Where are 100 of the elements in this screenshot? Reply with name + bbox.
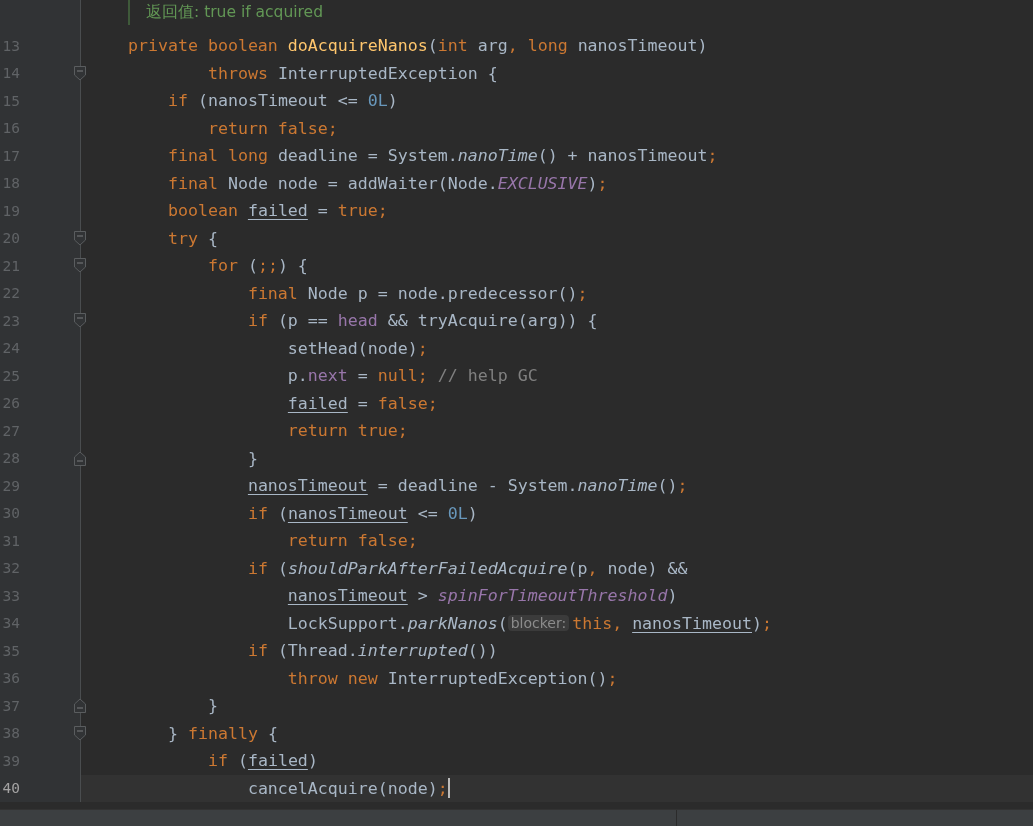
code-keyword: , bbox=[587, 558, 599, 578]
variable-name: failed bbox=[287, 393, 348, 413]
code-text: ( bbox=[497, 613, 508, 633]
code-keyword: false; bbox=[377, 393, 438, 413]
code-text: ) bbox=[467, 503, 478, 523]
code-text: Node node = addWaiter(Node. bbox=[227, 173, 498, 193]
code-text: (Thread. bbox=[277, 641, 358, 661]
code-keyword: int bbox=[437, 36, 469, 56]
code-keyword: final bbox=[167, 173, 219, 193]
code-keyword: throw new bbox=[287, 668, 379, 688]
method-call: parkNanos bbox=[407, 613, 498, 633]
code-keyword: final long bbox=[167, 146, 269, 166]
code-text: setHead(node) bbox=[287, 338, 418, 358]
variable-name: nanosTimeout bbox=[632, 613, 752, 633]
constant-name: spinForTimeoutThreshold bbox=[437, 586, 668, 606]
fold-icon[interactable] bbox=[74, 313, 86, 329]
code-text: } bbox=[207, 696, 218, 716]
code-text: ( bbox=[277, 503, 288, 523]
code-text: && tryAcquire(arg)) { bbox=[387, 311, 598, 331]
code-keyword: , long bbox=[507, 36, 569, 56]
code-keyword: return false; bbox=[287, 531, 418, 551]
code-text: = bbox=[357, 366, 369, 386]
fold-icon[interactable] bbox=[74, 230, 86, 246]
code-text: ) { bbox=[277, 256, 308, 276]
constant-name: EXCLUSIVE bbox=[497, 173, 588, 193]
number-literal: 0L bbox=[447, 503, 468, 523]
code-text: () + nanosTimeout bbox=[537, 146, 708, 166]
code-keyword: finally bbox=[187, 723, 259, 743]
code-keyword: private boolean bbox=[128, 36, 279, 56]
code-keyword: if bbox=[167, 91, 189, 111]
fold-icon[interactable] bbox=[74, 450, 86, 466]
code-keyword: final bbox=[247, 283, 299, 303]
code-keyword: return false; bbox=[207, 118, 338, 138]
code-text: { bbox=[207, 228, 218, 248]
code-keyword: null; bbox=[377, 366, 428, 386]
code-text: LockSupport. bbox=[287, 613, 408, 633]
text-cursor bbox=[447, 778, 450, 799]
method-call: interrupted bbox=[357, 641, 468, 661]
code-text: ) bbox=[387, 91, 398, 111]
comment-text: // help GC bbox=[437, 366, 538, 386]
code-keyword: ;; bbox=[257, 256, 278, 276]
code-text: () bbox=[657, 476, 678, 496]
code-text: = deadline - System. bbox=[377, 476, 578, 496]
parameter-hint: blocker: bbox=[507, 615, 570, 632]
variable-name: nanosTimeout bbox=[287, 503, 408, 523]
variable-name: failed bbox=[247, 201, 308, 221]
variable-name: failed bbox=[247, 751, 308, 771]
fold-icon[interactable] bbox=[74, 698, 86, 714]
method-call: nanoTime bbox=[457, 146, 538, 166]
fold-icon[interactable] bbox=[74, 258, 86, 274]
code-keyword: return true; bbox=[287, 421, 408, 441]
code-text: ) bbox=[752, 613, 762, 633]
code-text: } bbox=[247, 448, 258, 468]
variable-name: nanosTimeout bbox=[247, 476, 368, 496]
code-text: arg bbox=[477, 36, 508, 56]
code-text: p. bbox=[287, 366, 308, 386]
field-name: head bbox=[337, 311, 378, 331]
code-keyword: this, bbox=[572, 613, 624, 633]
line-number: 40 bbox=[1, 780, 20, 797]
code-text: ) bbox=[667, 586, 678, 606]
code-text: ()) bbox=[467, 641, 498, 661]
code-text: InterruptedException() bbox=[387, 668, 608, 688]
code-keyword: for bbox=[207, 256, 239, 276]
code-keyword: true; bbox=[337, 201, 388, 221]
code-text: = bbox=[317, 201, 329, 221]
number-literal: 0L bbox=[367, 91, 388, 111]
fold-icon[interactable] bbox=[74, 65, 86, 81]
code-keyword: ; bbox=[417, 338, 428, 358]
code-text: > bbox=[417, 586, 429, 606]
method-call: nanoTime bbox=[577, 476, 658, 496]
code-text: ( bbox=[277, 558, 288, 578]
code-text: node) && bbox=[607, 558, 688, 578]
code-text: { bbox=[267, 723, 278, 743]
code-text: (nanosTimeout <= bbox=[197, 91, 359, 111]
code-text: ) bbox=[307, 751, 318, 771]
code-text: (p bbox=[567, 558, 588, 578]
field-name: next bbox=[307, 366, 348, 386]
code-text: InterruptedException { bbox=[277, 63, 498, 83]
code-text: (p == bbox=[277, 311, 329, 331]
code-text: cancelAcquire(node) bbox=[247, 778, 438, 798]
code-keyword: boolean bbox=[167, 201, 239, 221]
code-keyword: if bbox=[207, 751, 229, 771]
code-keyword: if bbox=[247, 558, 269, 578]
code-text: ( bbox=[247, 256, 258, 276]
code-keyword: if bbox=[247, 503, 269, 523]
code-text: deadline = System. bbox=[277, 146, 458, 166]
code-text: ( bbox=[427, 36, 438, 56]
code-keyword: ; bbox=[762, 613, 772, 633]
code-keyword: ; bbox=[577, 283, 588, 303]
code-keyword: ; bbox=[677, 476, 688, 496]
code-keyword: ; bbox=[707, 146, 718, 166]
code-text: } bbox=[167, 723, 179, 743]
code-keyword: if bbox=[247, 641, 269, 661]
code-keyword: ; bbox=[607, 668, 618, 688]
code-text: ( bbox=[237, 751, 248, 771]
code-keyword: ; bbox=[597, 173, 608, 193]
code-keyword: try bbox=[167, 228, 199, 248]
code-keyword: ; bbox=[437, 778, 448, 798]
fold-icon[interactable] bbox=[74, 725, 86, 741]
code-text: Node p = node.predecessor() bbox=[307, 283, 578, 303]
